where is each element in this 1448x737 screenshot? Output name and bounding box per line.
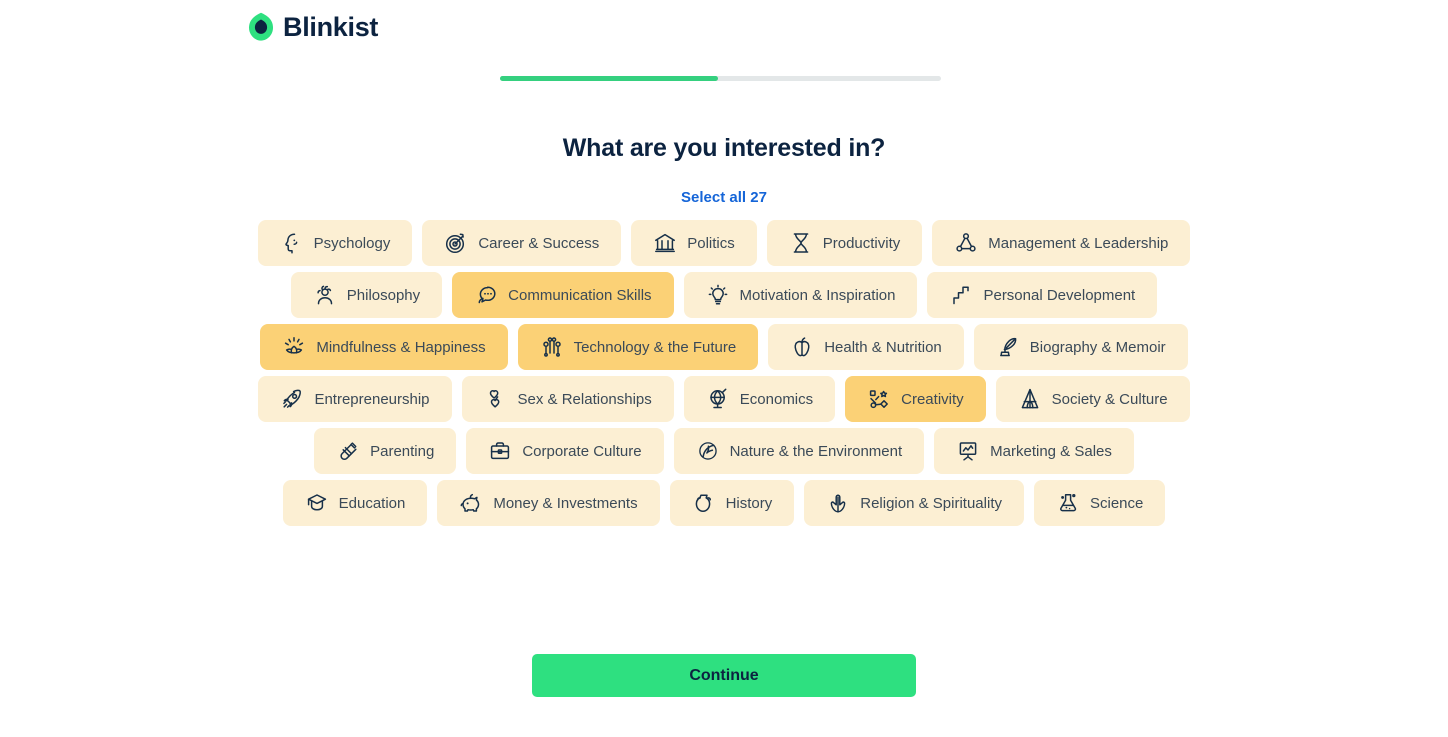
interest-chip-label: Psychology — [313, 234, 391, 252]
interest-chip[interactable]: Career & Success — [422, 220, 622, 266]
interest-chip[interactable]: Creativity — [845, 376, 986, 422]
interest-chip[interactable]: History — [669, 480, 795, 526]
continue-button[interactable]: Continue — [532, 654, 916, 697]
interest-chip-label: Corporate Culture — [522, 442, 642, 460]
brand-name: Blinkist — [283, 11, 379, 42]
globe-stand-icon — [706, 387, 730, 411]
baby-bottle-icon — [336, 439, 360, 463]
interest-chip-label: Health & Nutrition — [824, 338, 942, 356]
graduation-cap-icon — [305, 491, 329, 515]
circuit-board-icon — [540, 335, 564, 359]
briefcase-icon — [488, 439, 512, 463]
select-all-row: Select all 27 — [0, 189, 1448, 207]
interest-chip-label: Productivity — [822, 234, 901, 252]
apple-icon — [790, 335, 814, 359]
interest-chip-label: Economics — [739, 390, 814, 408]
piggy-bank-icon — [459, 491, 483, 515]
interest-chip-label: Entrepreneurship — [314, 390, 430, 408]
interest-chip-label: Philosophy — [346, 286, 421, 304]
head-profile-icon — [280, 231, 304, 255]
interest-chip-label: Society & Culture — [1051, 390, 1168, 408]
hourglass-icon — [789, 231, 813, 255]
interest-chip-label: Politics — [687, 234, 735, 252]
lotus-flower-icon — [282, 335, 306, 359]
interest-chip-label: Career & Success — [478, 234, 600, 252]
lightbulb-icon — [706, 283, 730, 307]
progress-fill — [500, 76, 719, 81]
chip-row: Mindfulness & Happiness Technology & the … — [234, 324, 1214, 370]
interest-chip-label: Management & Leadership — [988, 234, 1169, 252]
amphora-vase-icon — [692, 491, 716, 515]
interest-chip[interactable]: Motivation & Inspiration — [683, 272, 918, 318]
network-nodes-icon — [954, 231, 978, 255]
presentation-chart-icon — [956, 439, 980, 463]
interest-chip-label: Biography & Memoir — [1029, 338, 1166, 356]
interest-chip[interactable]: Health & Nutrition — [768, 324, 964, 370]
onboarding-page: Blinkist What are you interested in? Sel… — [0, 0, 1448, 737]
chip-row: Philosophy Communication Skills Motivation… — [234, 272, 1214, 318]
thinker-person-icon — [313, 283, 337, 307]
interest-chip[interactable]: Communication Skills — [452, 272, 674, 318]
teepee-tent-icon — [1018, 387, 1042, 411]
interest-chip-label: Motivation & Inspiration — [739, 286, 896, 304]
stairs-arrow-icon — [949, 283, 973, 307]
interest-chip[interactable]: Science — [1033, 480, 1166, 526]
interest-chip[interactable]: Productivity — [766, 220, 923, 266]
two-hearts-icon — [484, 387, 508, 411]
interest-chip[interactable]: Technology & the Future — [517, 324, 759, 370]
interest-chip[interactable]: Money & Investments — [437, 480, 660, 526]
interest-chip-label: Education — [338, 494, 406, 512]
blinkist-droplet-logo-icon — [248, 12, 274, 42]
interest-chip[interactable]: Management & Leadership — [932, 220, 1191, 266]
onboarding-progress-bar — [500, 76, 941, 81]
interest-chip[interactable]: Religion & Spirituality — [804, 480, 1024, 526]
interest-chip-label: Money & Investments — [493, 494, 638, 512]
interest-chip[interactable]: Mindfulness & Happiness — [260, 324, 508, 370]
interest-chip-label: Science — [1089, 494, 1144, 512]
leaf-icon — [696, 439, 720, 463]
interest-chip[interactable]: Philosophy — [290, 272, 443, 318]
interest-chip-label: Technology & the Future — [573, 338, 737, 356]
interest-chip[interactable]: Biography & Memoir — [973, 324, 1188, 370]
lab-flask-icon — [1056, 491, 1080, 515]
select-all-link[interactable]: Select all 27 — [681, 189, 767, 206]
bank-columns-icon — [653, 231, 677, 255]
interest-chip-label: Mindfulness & Happiness — [316, 338, 486, 356]
praying-hands-icon — [826, 491, 850, 515]
page-title: What are you interested in? — [562, 134, 886, 162]
interest-chip[interactable]: Psychology — [257, 220, 413, 266]
interest-chip[interactable]: Society & Culture — [995, 376, 1190, 422]
rocket-icon — [280, 387, 304, 411]
interest-chip-label: Personal Development — [983, 286, 1136, 304]
interest-chip[interactable]: Economics — [683, 376, 836, 422]
interest-chip-label: Communication Skills — [508, 286, 652, 304]
target-arrow-icon — [444, 231, 468, 255]
interest-chip-grid: Psychology Career & Success Politics Produc… — [234, 220, 1214, 532]
interest-chip-label: Creativity — [901, 390, 964, 408]
blinkist-logo[interactable]: Blinkist — [248, 12, 378, 42]
interest-chip-label: Nature & the Environment — [729, 442, 903, 460]
interest-chip[interactable]: Nature & the Environment — [673, 428, 925, 474]
chip-row: Entrepreneurship Sex & Relationships Econo… — [234, 376, 1214, 422]
quill-inkwell-icon — [996, 335, 1020, 359]
chip-row: Psychology Career & Success Politics Produc… — [234, 220, 1214, 266]
chip-row: Parenting Corporate Culture Nature & the E… — [234, 428, 1214, 474]
interest-chip[interactable]: Corporate Culture — [466, 428, 664, 474]
shapes-scatter-icon — [867, 387, 891, 411]
interest-chip-label: Sex & Relationships — [517, 390, 652, 408]
interest-chip[interactable]: Education — [282, 480, 428, 526]
interest-chip-label: Marketing & Sales — [990, 442, 1112, 460]
interest-chip[interactable]: Entrepreneurship — [258, 376, 452, 422]
interest-chip[interactable]: Parenting — [314, 428, 457, 474]
interest-chip-label: Religion & Spirituality — [860, 494, 1002, 512]
interest-chip[interactable]: Marketing & Sales — [934, 428, 1134, 474]
interest-chip-label: Parenting — [370, 442, 435, 460]
chip-row: Education Money & Investments History Relig… — [234, 480, 1214, 526]
interest-chip-label: History — [725, 494, 773, 512]
interest-chip[interactable]: Personal Development — [927, 272, 1158, 318]
speech-bubble-icon — [474, 283, 498, 307]
interest-chip[interactable]: Politics — [631, 220, 757, 266]
interest-chip[interactable]: Sex & Relationships — [461, 376, 674, 422]
